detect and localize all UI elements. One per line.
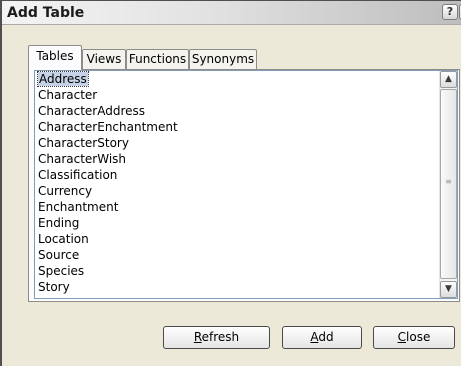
title-bar[interactable]: Add Table ? ✕ (2, 1, 461, 25)
close-mnemonic: C (397, 330, 407, 344)
tab-functions[interactable]: Functions (126, 49, 189, 69)
grip-icon: ≡ (445, 177, 452, 186)
tables-listbox[interactable]: Address Character CharacterAddress Chara… (34, 70, 458, 299)
scrollbar-thumb[interactable]: ≡ (440, 89, 457, 279)
tables-tab-panel: Address Character CharacterAddress Chara… (28, 69, 460, 302)
list-item[interactable]: CharacterWish (37, 151, 435, 167)
list-item-label: Enchantment (38, 200, 119, 214)
list-item[interactable]: CharacterEnchantment (37, 119, 435, 135)
refresh-mnemonic: R (193, 330, 202, 344)
list-item-label: Currency (38, 184, 93, 198)
add-label: dd (318, 330, 334, 344)
list-item[interactable]: Species (37, 263, 435, 279)
chevron-down-icon: ▼ (445, 284, 452, 294)
list-item[interactable]: Address (37, 71, 435, 87)
list-item[interactable]: Ending (37, 215, 435, 231)
tab-synonyms[interactable]: Synonyms (189, 49, 257, 69)
list-item-label: CharacterWish (38, 152, 127, 166)
tab-tables[interactable]: Tables (28, 45, 82, 70)
close-label: lose (406, 330, 431, 344)
list-item[interactable]: CharacterAddress (37, 103, 435, 119)
list-item[interactable]: CharacterStory (37, 135, 435, 151)
list-item[interactable]: Enchantment (37, 199, 435, 215)
list-item[interactable]: Character (37, 87, 435, 103)
dialog-title: Add Table (7, 5, 85, 21)
list-item-label: CharacterAddress (38, 104, 146, 118)
list-item-label: Classification (38, 168, 118, 182)
tables-list: Address Character CharacterAddress Chara… (37, 71, 435, 295)
vertical-scrollbar[interactable]: ▲ ≡ ▼ (439, 71, 457, 298)
list-item-label: Address (37, 71, 89, 87)
list-item[interactable]: Story (37, 279, 435, 295)
list-item-label: CharacterStory (38, 136, 129, 150)
list-item-label: CharacterEnchantment (38, 120, 178, 134)
list-item-label: Species (38, 264, 85, 278)
list-item-label: Location (38, 232, 89, 246)
list-item-label: Ending (38, 216, 80, 230)
help-icon: ? (446, 5, 454, 18)
list-item[interactable]: Currency (37, 183, 435, 199)
tab-views[interactable]: Views (82, 49, 126, 69)
list-item[interactable]: Location (37, 231, 435, 247)
add-table-dialog: Add Table ? ✕ Tables Views Functions Syn… (0, 0, 461, 366)
list-item[interactable]: Classification (37, 167, 435, 183)
list-item-label: Character (38, 88, 98, 102)
close-button[interactable]: Close (373, 326, 455, 349)
help-button[interactable]: ? (442, 4, 458, 20)
list-item[interactable]: Source (37, 247, 435, 263)
scroll-down-button[interactable]: ▼ (440, 281, 457, 298)
refresh-button[interactable]: Refresh (163, 326, 270, 349)
scroll-up-button[interactable]: ▲ (440, 71, 457, 88)
chevron-up-icon: ▲ (445, 74, 452, 84)
list-item-label: Story (38, 280, 70, 294)
list-item-label: Source (38, 248, 80, 262)
refresh-label: efresh (201, 330, 240, 344)
add-button[interactable]: Add (282, 326, 362, 349)
